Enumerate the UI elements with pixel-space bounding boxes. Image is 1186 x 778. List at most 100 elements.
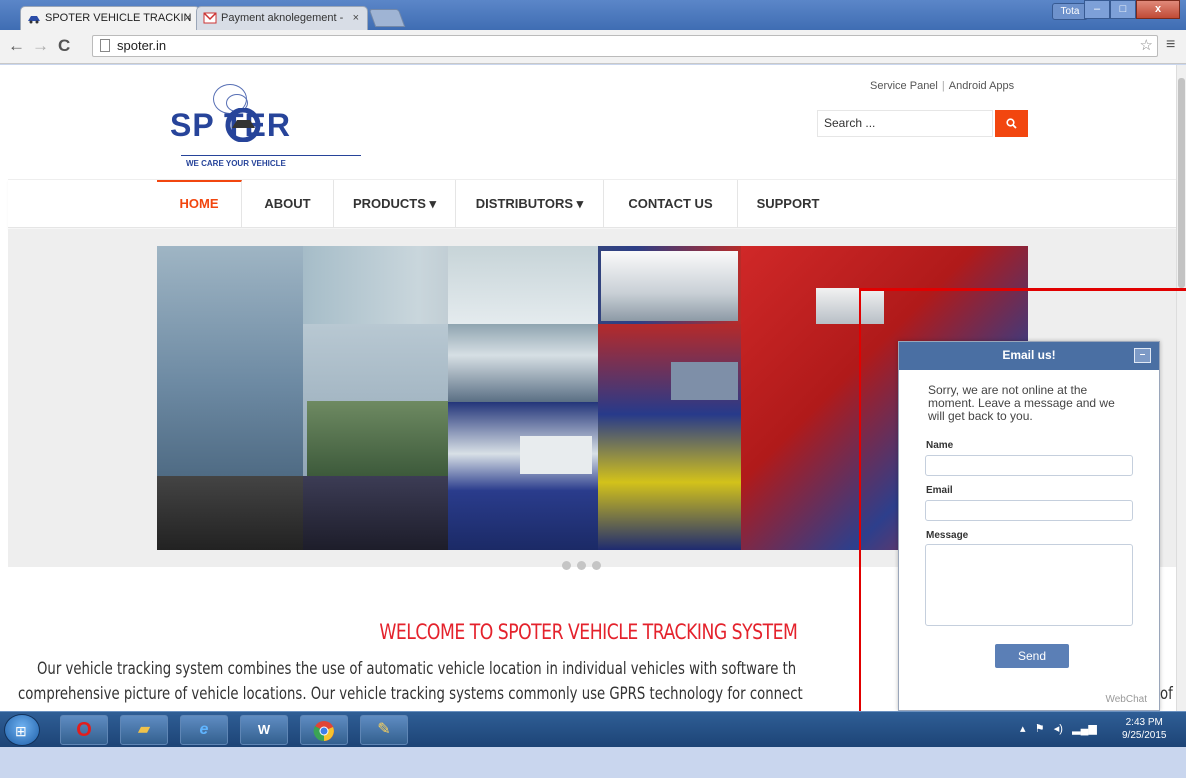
- tab-title: SPOTER VEHICLE TRACKIN: [45, 12, 192, 24]
- webchat-brand: WebChat: [1105, 694, 1147, 705]
- start-button[interactable]: ⊞: [4, 714, 40, 746]
- paint-taskbar-button[interactable]: ✎: [360, 715, 408, 745]
- maximize-button[interactable]: □: [1110, 0, 1136, 19]
- nav-about[interactable]: ABOUT: [242, 180, 334, 228]
- slider-tile: [307, 401, 449, 476]
- link-separator: |: [941, 80, 945, 92]
- windows-taskbar: ⊞ O ▰ e W ✎ ▴ ⚑ ◂) ▂▄▆ 2:43 PM 9/25/2015: [0, 711, 1186, 747]
- slider-tile: [448, 246, 598, 324]
- chat-name-label: Name: [926, 440, 954, 451]
- clock-time: 2:43 PM: [1125, 717, 1163, 728]
- nav-home[interactable]: HOME: [157, 180, 242, 228]
- nav-distributors[interactable]: DISTRIBUTORS ▾: [456, 180, 604, 228]
- search-input[interactable]: Search ...: [817, 110, 993, 137]
- clock-date: 9/25/2015: [1122, 730, 1167, 741]
- url-text: spoter.in: [117, 38, 167, 53]
- chat-header[interactable]: Email us! –: [899, 342, 1159, 370]
- browser-toolbar: ← → C spoter.in ☆ ≡: [0, 30, 1186, 64]
- tab-close-icon[interactable]: ×: [185, 7, 191, 29]
- chat-email-field[interactable]: [925, 500, 1133, 521]
- annotation-red-line: [859, 288, 861, 778]
- internet-explorer-icon: e: [199, 721, 209, 738]
- slider-tile: [601, 251, 738, 321]
- close-window-button[interactable]: x: [1136, 0, 1180, 19]
- spoter-logo[interactable]: SP TER WE CARE YOUR VEHICLE: [168, 82, 368, 168]
- forward-arrow-icon[interactable]: →: [32, 36, 49, 56]
- word-taskbar-button[interactable]: W: [240, 715, 288, 745]
- tab-title: Payment aknolegement -: [221, 12, 344, 24]
- desktop-background: [0, 747, 1186, 778]
- reload-icon[interactable]: C: [58, 36, 70, 56]
- new-tab-button[interactable]: [368, 9, 406, 27]
- word-icon: W: [257, 722, 271, 737]
- welcome-text-tail: of: [1160, 684, 1173, 704]
- address-bar[interactable]: spoter.in ☆: [92, 35, 1158, 57]
- top-links: Service Panel | Android Apps: [870, 80, 1014, 92]
- car-wheel-logo-icon: [225, 108, 261, 142]
- chat-message-label: Message: [926, 530, 969, 541]
- chrome-icon: [313, 721, 334, 742]
- slider-tile: [448, 324, 598, 402]
- slider-dot[interactable]: [577, 561, 586, 570]
- volume-icon[interactable]: ◂): [1054, 723, 1063, 735]
- browser-tab-gmail[interactable]: Payment aknolegement - ×: [196, 6, 368, 30]
- logo-tagline: WE CARE YOUR VEHICLE: [186, 159, 286, 168]
- ie-taskbar-button[interactable]: e: [180, 715, 228, 745]
- windows-flag-icon: ⊞: [15, 723, 27, 739]
- service-panel-link[interactable]: Service Panel: [870, 80, 938, 92]
- system-tray: ▴ ⚑ ◂) ▂▄▆: [1020, 722, 1097, 735]
- welcome-text-line: comprehensive picture of vehicle locatio…: [18, 684, 803, 704]
- slider-dots: [562, 557, 607, 575]
- slider-tile: [157, 246, 303, 476]
- opera-taskbar-button[interactable]: O: [60, 715, 108, 745]
- network-icon[interactable]: ▂▄▆: [1072, 723, 1097, 735]
- profile-button[interactable]: Tota: [1052, 3, 1088, 20]
- slider-tile: [520, 436, 592, 474]
- scrollbar-thumb[interactable]: [1178, 78, 1185, 288]
- chat-send-button[interactable]: Send: [995, 644, 1069, 668]
- flag-tray-icon[interactable]: ⚑: [1035, 723, 1045, 735]
- window-controls: – □ x: [1084, 0, 1180, 20]
- slider-tile: [598, 324, 741, 550]
- annotation-red-line: [859, 288, 1186, 291]
- slider-tile: [157, 476, 303, 550]
- nav-contact-us[interactable]: CONTACT US: [604, 180, 738, 228]
- gmail-favicon-icon: [203, 12, 217, 24]
- search-icon: [1006, 118, 1017, 129]
- page-icon: [100, 39, 110, 52]
- back-arrow-icon[interactable]: ←: [8, 36, 25, 56]
- slider-dot[interactable]: [562, 561, 571, 570]
- logo-underline: [181, 155, 361, 156]
- bookmark-star-icon[interactable]: ☆: [1140, 36, 1153, 56]
- chrome-menu-icon[interactable]: ≡: [1166, 36, 1175, 54]
- slider-tile: [816, 288, 884, 324]
- chat-minimize-button[interactable]: –: [1134, 348, 1151, 363]
- slider-tile: [671, 362, 738, 400]
- browser-tab-strip: SPOTER VEHICLE TRACKIN × Payment aknoleg…: [0, 0, 1186, 30]
- main-nav: HOME ABOUT PRODUCTS ▾ DISTRIBUTORS ▾ CON…: [8, 179, 1176, 228]
- android-apps-link[interactable]: Android Apps: [949, 80, 1014, 92]
- opera-icon: O: [76, 719, 92, 741]
- email-us-chat-widget: Email us! – Sorry, we are not online at …: [898, 341, 1160, 711]
- minimize-button[interactable]: –: [1084, 0, 1110, 19]
- chat-message-field[interactable]: [925, 544, 1133, 626]
- chat-title: Email us!: [1002, 348, 1056, 362]
- chrome-taskbar-button[interactable]: [300, 715, 348, 745]
- car-favicon-icon: [28, 16, 40, 24]
- nav-support[interactable]: SUPPORT: [738, 180, 838, 228]
- chat-email-label: Email: [926, 485, 953, 496]
- tray-arrow-icon[interactable]: ▴: [1020, 723, 1026, 735]
- tab-close-icon[interactable]: ×: [353, 7, 359, 29]
- browser-tab-spoter[interactable]: SPOTER VEHICLE TRACKIN ×: [20, 6, 200, 30]
- slider-dot[interactable]: [592, 561, 601, 570]
- slider-tile: [448, 402, 598, 550]
- chat-offline-message: Sorry, we are not online at the moment. …: [928, 383, 1115, 423]
- slider-tile: [303, 476, 448, 550]
- explorer-taskbar-button[interactable]: ▰: [120, 715, 168, 745]
- nav-products[interactable]: PRODUCTS ▾: [334, 180, 456, 228]
- chat-name-field[interactable]: [925, 455, 1133, 476]
- search-button[interactable]: [995, 110, 1028, 137]
- taskbar-clock[interactable]: 2:43 PM 9/25/2015: [1122, 716, 1167, 742]
- folder-icon: ▰: [137, 721, 151, 738]
- paint-icon: ✎: [377, 721, 391, 738]
